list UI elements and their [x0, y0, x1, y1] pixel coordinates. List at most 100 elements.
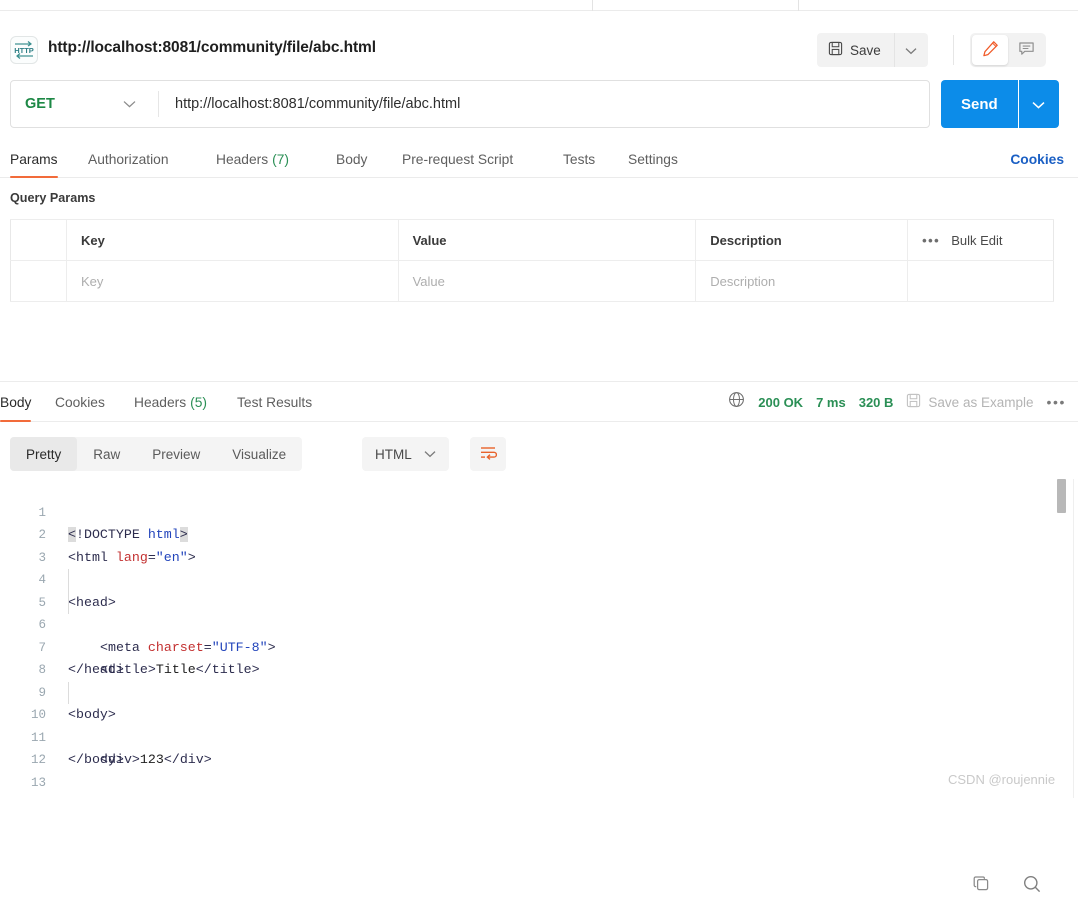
request-tabs: Params Authorization Headers (7) Body Pr… — [0, 140, 1078, 178]
http-method-label: GET — [25, 96, 55, 112]
save-options-button[interactable] — [894, 33, 928, 67]
ellipsis-icon[interactable]: ••• — [922, 233, 940, 248]
table-row: Key Value Description — [10, 260, 1054, 302]
tab-label: Params — [10, 151, 58, 167]
code-line: 11 </body> — [0, 704, 1078, 768]
code-line: 6 <title>Title</title> — [0, 591, 1078, 677]
body-format-select[interactable]: HTML — [362, 437, 449, 471]
code-line: 9 <body> — [0, 659, 1078, 723]
save-button-label: Save — [850, 42, 881, 58]
floppy-disk-icon — [828, 41, 843, 59]
body-format-label: HTML — [375, 446, 412, 462]
response-tab-headers[interactable]: Headers (5) — [134, 382, 207, 422]
request-header-bar: HTTP http://localhost:8081/community/fil… — [0, 11, 1078, 73]
floppy-disk-icon — [906, 393, 921, 411]
copy-icon[interactable] — [972, 874, 992, 899]
view-preview-button[interactable]: Preview — [136, 437, 216, 471]
send-button-group: Send — [941, 80, 1059, 128]
url-input[interactable] — [159, 81, 929, 127]
tab-params[interactable]: Params — [10, 140, 58, 178]
row-key-input[interactable]: Key — [65, 260, 399, 302]
line-number: 13 — [30, 775, 46, 790]
tab-body[interactable]: Body — [336, 140, 367, 178]
indent-guide — [68, 681, 69, 704]
indent-guide — [68, 591, 69, 614]
edit-mode-button[interactable] — [972, 35, 1008, 65]
tab-tests[interactable]: Tests — [563, 140, 595, 178]
tab-label: Tests — [563, 151, 596, 167]
view-mode-group — [970, 33, 1046, 67]
code-scrollbar-thumb[interactable] — [1057, 479, 1066, 513]
http-method-select[interactable]: GET — [11, 81, 158, 127]
query-params-title: Query Params — [10, 191, 96, 205]
comment-mode-button[interactable] — [1008, 35, 1044, 65]
tab-pre-request-script[interactable]: Pre-request Script — [402, 140, 513, 178]
ellipsis-icon[interactable]: ••• — [1046, 394, 1066, 410]
body-view-segment-group: Pretty Raw Preview Visualize — [10, 437, 303, 471]
save-button[interactable]: Save — [817, 33, 894, 67]
view-raw-button[interactable]: Raw — [77, 437, 136, 471]
view-pretty-button[interactable]: Pretty — [10, 437, 78, 471]
response-size: 320 B — [858, 394, 894, 410]
tab-label: Cookies — [55, 394, 105, 410]
header-value: Value — [397, 219, 697, 261]
tab-count: (5) — [190, 394, 208, 410]
svg-text:HTTP: HTTP — [14, 46, 34, 55]
code-line: 13 </html> — [0, 749, 1078, 799]
code-line: 2 <html lang="en"> — [0, 502, 1078, 565]
http-icon: HTTP — [10, 36, 38, 64]
header-description: Description — [695, 219, 909, 261]
view-visualize-button[interactable]: Visualize — [216, 437, 302, 471]
row-actions-cell — [907, 260, 1054, 302]
chevron-down-icon — [1032, 97, 1045, 112]
response-tab-body[interactable]: Body — [0, 382, 32, 422]
tab-headers[interactable]: Headers (7) — [216, 140, 289, 178]
row-value-input[interactable]: Value — [397, 260, 697, 302]
tab-edge-right — [798, 0, 799, 11]
code-line: 8 — [0, 637, 1078, 677]
save-button-group: Save — [817, 33, 928, 67]
toolbar-divider — [953, 35, 954, 65]
tab-label: Test Results — [237, 394, 313, 410]
code-line: 12 — [0, 727, 1078, 767]
code-line: 5 <meta charset="UTF-8"> — [0, 569, 1078, 655]
query-params-table: Key Value Description ••• Bulk Edit Key … — [10, 219, 1054, 302]
tab-settings[interactable]: Settings — [628, 140, 678, 178]
row-checkbox-cell[interactable] — [10, 260, 67, 302]
response-tab-cookies[interactable]: Cookies — [55, 382, 105, 422]
watermark: CSDN @roujennie — [948, 772, 1056, 787]
save-as-example-button[interactable]: Save as Example — [906, 393, 1033, 411]
tab-label: Headers — [216, 151, 269, 167]
globe-icon — [728, 391, 745, 413]
cookies-link[interactable]: Cookies — [1010, 140, 1064, 178]
chevron-down-icon — [905, 43, 917, 58]
chevron-down-icon — [424, 445, 436, 463]
tab-label: Body — [336, 151, 368, 167]
chevron-down-icon — [123, 95, 136, 113]
status-code: 200 OK — [758, 394, 804, 410]
send-button[interactable]: Send — [941, 80, 1018, 128]
word-wrap-icon — [479, 445, 498, 464]
bulk-edit-button[interactable]: Bulk Edit — [951, 233, 1002, 248]
select-all-cell[interactable] — [10, 219, 67, 261]
response-status-row: 200 OK 7 ms 320 B Save as Example ••• — [728, 382, 1066, 422]
response-body-toolbar: Pretty Raw Preview Visualize HTML — [0, 433, 1078, 893]
code-scroll-track — [1073, 479, 1074, 798]
save-as-example-label: Save as Example — [928, 394, 1034, 410]
response-body-code[interactable]: 1 <!DOCTYPE html> 2 <html lang="en"> 3 4… — [0, 479, 1078, 798]
tab-label: Body — [0, 394, 32, 410]
row-description-input[interactable]: Description — [695, 260, 909, 302]
tab-authorization[interactable]: Authorization — [88, 140, 169, 178]
response-tab-test-results[interactable]: Test Results — [237, 382, 312, 422]
send-options-button[interactable] — [1018, 80, 1059, 128]
word-wrap-button[interactable] — [470, 437, 506, 471]
code-line: 3 — [0, 524, 1078, 565]
code-line: 10 <div>123</div> — [0, 681, 1078, 767]
tab-label: Authorization — [88, 151, 169, 167]
tab-label: Pre-request Script — [402, 151, 514, 167]
table-actions-cell: ••• Bulk Edit — [907, 219, 1054, 261]
indent-guide — [68, 569, 69, 592]
tab-label: Settings — [628, 151, 678, 167]
code-line: 1 <!DOCTYPE html> — [0, 479, 1078, 542]
search-icon[interactable] — [1022, 874, 1042, 899]
